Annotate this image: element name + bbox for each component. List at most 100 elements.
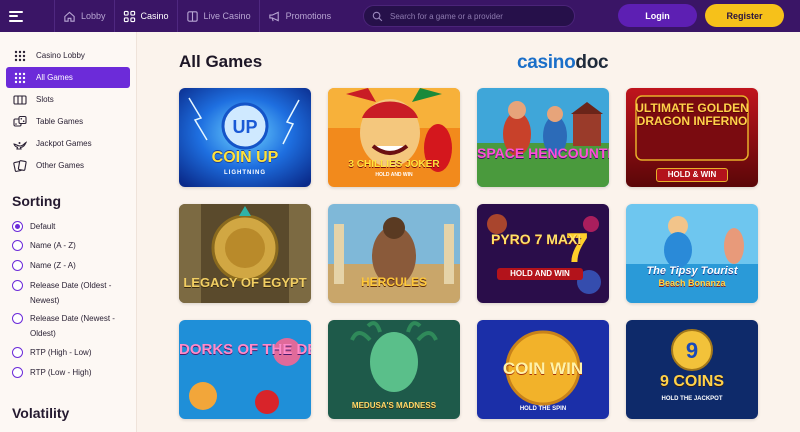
game-title: 9 COINS [659,373,724,390]
sort-option-release-newest-oldest[interactable]: Release Date (Newest - Oldest) [12,311,130,341]
grid-icon [123,10,135,22]
sort-option-default[interactable]: Default [12,219,130,234]
game-tile-dorks-of-the-deep[interactable]: DORKS OF THE DEEP [179,320,311,419]
nav-casino-label: Casino [140,11,169,21]
login-button[interactable]: Login [618,4,697,27]
menu-icon [9,10,23,22]
game-title: MEDUSA'S MADNESS [351,401,437,410]
game-title: HERCULES [360,275,427,289]
sidebar-item-casino-lobby[interactable]: Casino Lobby [6,45,130,66]
grid-icon [14,72,26,83]
game-tile-medusas-madness[interactable]: MEDUSA'S MADNESS [328,320,460,419]
sort-option-label: Name (A - Z) [30,241,76,250]
svg-text:UP: UP [232,117,257,137]
game-tile-ultimate-golden-dragon-inferno[interactable]: ULTIMATE GOLDEN DRAGON INFERNO HOLD & WI… [626,88,758,187]
sort-option-release-oldest-newest[interactable]: Release Date (Oldest - Newest) [12,278,130,308]
sort-option-name-a-z[interactable]: Name (A - Z) [12,238,130,253]
radio-button[interactable] [12,260,23,271]
game-title: ULTIMATE GOLDEN DRAGON INFERNO [635,101,749,128]
radio-button[interactable] [12,280,23,291]
game-artwork: 9 [626,320,758,419]
search-input[interactable] [390,11,560,21]
sort-option-rtp-low-high[interactable]: RTP (Low - High) [12,365,130,380]
volatility-heading: Volatility [12,405,70,421]
top-bar: Lobby Casino Live Casino Promotions Logi… [0,0,800,32]
game-tile-tipsy-tourist[interactable]: The Tipsy Tourist Beach Bonanza [626,204,758,303]
casinodoc-logo[interactable]: casinodoc [517,52,609,74]
game-subtitle: HOLD & WIN [656,168,728,182]
dice-icon [13,115,27,127]
sort-option-label: Release Date (Newest - Oldest) [30,314,115,338]
sort-option-label: Default [30,222,56,231]
sorting-heading: Sorting [12,193,61,209]
slot-reels-icon [13,94,27,105]
register-button[interactable]: Register [705,4,784,27]
game-tile-pyro-7-maxi[interactable]: 7 PYRO 7 MAXI HOLD AND WIN [477,204,609,303]
sidebar-item-label: Casino Lobby [36,51,85,60]
sidebar: Casino Lobby All Games Slots Table Games… [0,32,137,432]
nav-live-casino[interactable]: Live Casino [176,0,259,32]
sort-option-name-z-a[interactable]: Name (Z - A) [12,258,130,273]
game-title: LEGACY OF EGYPT [183,275,307,290]
game-title: COIN WIN [502,359,584,378]
game-artwork [626,204,758,303]
megaphone-icon [268,10,279,22]
game-subtitle: LIGHTNING [224,170,266,176]
game-tile-hercules[interactable]: HERCULES [328,204,460,303]
game-title: SPACE HENCOUNTER [477,145,609,161]
nav-lobby-label: Lobby [81,11,106,21]
nav-lobby[interactable]: Lobby [54,0,114,32]
radio-button[interactable] [12,347,23,358]
sort-option-label: Release Date (Oldest - Newest) [30,281,112,305]
grid-icon [14,50,26,61]
game-title: The Tipsy Tourist [646,265,738,277]
radio-button[interactable] [12,221,23,232]
game-subtitle: HOLD THE SPIN [519,406,567,412]
game-subtitle: HOLD AND WIN [375,172,413,178]
sort-option-rtp-high-low[interactable]: RTP (High - Low) [12,345,130,360]
nav-live-casino-label: Live Casino [203,11,251,21]
sidebar-item-slots[interactable]: Slots [6,89,130,110]
sidebar-item-label: All Games [36,73,73,82]
sidebar-item-label: Other Games [36,161,85,170]
game-artwork: 7 [477,204,609,303]
radio-button[interactable] [12,313,23,324]
game-subtitle: HOLD THE JACKPOT [661,396,723,402]
game-tile-3-chillies-joker[interactable]: 3 CHILLIES JOKER HOLD AND WIN [328,88,460,187]
sort-option-label: RTP (Low - High) [30,368,92,377]
sidebar-item-jackpot-games[interactable]: Jackpot Games [6,133,130,154]
sidebar-item-other-games[interactable]: Other Games [6,155,130,176]
game-title: PYRO 7 MAXI [491,231,582,247]
radio-button[interactable] [12,240,23,251]
game-artwork [477,88,609,187]
game-subtitle: Beach Bonanza [658,278,726,288]
hamburger-menu-button[interactable] [0,0,32,32]
game-title: 3 CHILLIES JOKER [348,159,440,170]
live-casino-icon [186,10,198,22]
sidebar-item-table-games[interactable]: Table Games [6,111,130,132]
radio-button[interactable] [12,367,23,378]
game-artwork [179,320,311,419]
sidebar-item-label: Table Games [36,117,84,126]
game-tile-9-coins[interactable]: 9 9 COINS HOLD THE JACKPOT [626,320,758,419]
game-subtitle: HOLD AND WIN [497,268,583,280]
game-tile-coin-win[interactable]: COIN WIN HOLD THE SPIN [477,320,609,419]
sidebar-item-all-games[interactable]: All Games [6,67,130,88]
sort-option-label: Name (Z - A) [30,261,76,270]
game-tile-legacy-of-egypt[interactable]: LEGACY OF EGYPT [179,204,311,303]
game-title: DORKS OF THE DEEP [179,341,311,358]
search-bar[interactable] [363,5,575,27]
game-title: COIN UP [211,149,279,166]
nav-casino[interactable]: Casino [113,0,177,32]
sidebar-item-label: Jackpot Games [36,139,92,148]
nav-promotions[interactable]: Promotions [258,0,340,32]
sort-option-label: RTP (High - Low) [30,348,92,357]
game-tile-space-hencounter[interactable]: SPACE HENCOUNTER [477,88,609,187]
game-tile-coin-up[interactable]: UP COIN UP LIGHTNING [179,88,311,187]
sidebar-item-label: Slots [36,95,54,104]
page-title: All Games [179,52,263,71]
home-icon [64,11,75,22]
nav-promotions-label: Promotions [285,11,332,21]
search-icon [372,11,383,21]
genie-lamp-icon [13,140,27,150]
